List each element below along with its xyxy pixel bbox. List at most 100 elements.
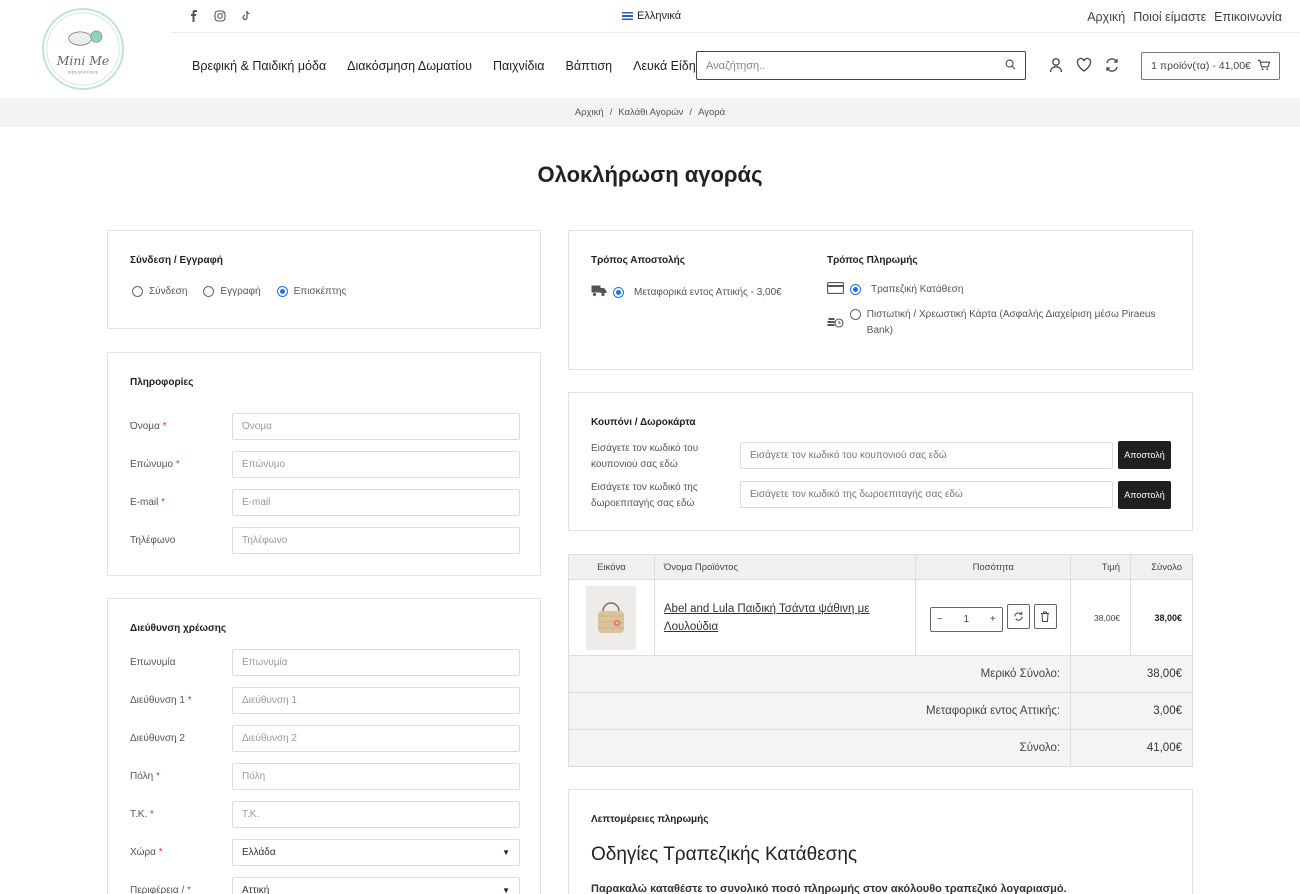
card-icon [827, 282, 844, 297]
page-title: Ολοκλήρωση αγοράς [537, 162, 763, 187]
region-value: Αττική [242, 885, 270, 894]
required-mark: * [187, 695, 192, 706]
label-text: Διεύθυνση 2 [130, 733, 185, 744]
address1-input[interactable] [232, 687, 520, 714]
breadcrumb-home[interactable]: Αρχική [575, 107, 604, 118]
shipping-row: Μεταφορικά εντος Αττικής: 3,00€ [567, 692, 1193, 730]
top-link-contact[interactable]: Επικοινωνία [1214, 10, 1282, 24]
required-mark: * [155, 771, 160, 782]
radio-circle[interactable] [850, 309, 861, 320]
city-input[interactable] [232, 763, 520, 790]
total-value: 41,00€ [1070, 729, 1193, 767]
store-logo[interactable]: Mini Me KIDS BOUTIQUE [42, 8, 124, 90]
language-selector[interactable]: Ελληνικά [622, 10, 681, 22]
minus-icon[interactable]: − [937, 614, 943, 625]
total-label: Μεταφορικά εντος Αττικής: [567, 692, 1072, 730]
radio-login[interactable]: Σύνδεση [132, 286, 187, 297]
label-text: Επωνυμία [130, 657, 176, 668]
field-label: Πόλη * [130, 770, 232, 783]
radio-circle[interactable] [203, 286, 215, 297]
country-select[interactable]: Ελλάδα ▼ [232, 839, 520, 866]
gift-submit-button[interactable]: Αποστολή [1118, 481, 1171, 509]
user-icon[interactable] [1048, 57, 1064, 73]
update-quantity-button[interactable] [1006, 603, 1030, 629]
cart-button[interactable]: 1 προϊόν(τα) - 41,00€ [1141, 52, 1280, 80]
field-row-last-name: Επώνυμο * [130, 451, 520, 478]
label-text: Χώρα [130, 847, 156, 858]
facebook-icon[interactable] [188, 10, 200, 22]
shipping-option[interactable]: Μεταφορικά εντος Αττικής - 3,00€ [591, 284, 782, 300]
heart-icon[interactable] [1076, 57, 1092, 73]
phone-input[interactable] [232, 527, 520, 554]
coupon-input[interactable] [740, 442, 1113, 469]
required-mark: * [175, 459, 180, 470]
bank-instructions-text: Παρακαλώ καταθέστε το συνολικό ποσό πληρ… [591, 883, 1067, 894]
field-row-country: Χώρα * Ελλάδα ▼ [130, 839, 520, 866]
search-icon[interactable] [1005, 59, 1016, 73]
plus-icon[interactable]: + [990, 614, 996, 625]
nav-item-linens[interactable]: Λευκά Είδη [633, 59, 696, 73]
product-image[interactable] [586, 585, 637, 650]
label-text: Περιφέρεια / [130, 885, 185, 894]
payment-option-card[interactable]: Πιστωτική / Χρεωστική Κάρτα (Ασφαλής Δια… [827, 309, 1177, 339]
field-label: Όνομα * [130, 420, 232, 433]
radio-circle-selected[interactable] [276, 286, 288, 297]
billing-box: Διεύθυνση χρέωσης Επωνυμία Διεύθυνση 1 *… [107, 598, 541, 894]
company-input[interactable] [232, 649, 520, 676]
breadcrumb-cart[interactable]: Καλάθι Αγορών [618, 107, 683, 118]
top-link-home[interactable]: Αρχική [1087, 10, 1125, 24]
product-name-link[interactable]: Abel and Lula Παιδική Τσάντα ψάθινη με Λ… [664, 603, 870, 633]
compare-icon[interactable] [1104, 57, 1120, 73]
last-name-input[interactable] [232, 451, 520, 478]
table-header-row: Εικόνα Όνομα Προϊόντος Ποσότητα Τιμή Σύν… [568, 554, 1193, 580]
label-text: Διεύθυνση 1 [130, 695, 185, 706]
top-link-about[interactable]: Ποιοί είμαστε [1133, 10, 1206, 24]
payment-option-bank[interactable]: Τραπεζική Κατάθεση [827, 282, 963, 297]
nav-item-room-decor[interactable]: Διακόσμηση Δωματίου [347, 59, 472, 73]
email-input[interactable] [232, 489, 520, 516]
field-row-email: E-mail * [130, 489, 520, 516]
nav-item-fashion[interactable]: Βρεφική & Παιδική μόδα [192, 59, 326, 73]
country-value: Ελλάδα [242, 847, 276, 858]
label-text: Επώνυμο [130, 459, 174, 470]
radio-circle-selected[interactable] [613, 286, 624, 298]
first-name-input[interactable] [232, 413, 520, 440]
field-label: Χώρα * [130, 846, 232, 859]
radio-circle[interactable] [132, 286, 143, 297]
column-header: Εικόνα [568, 554, 655, 580]
search-input[interactable] [706, 59, 1005, 72]
radio-guest[interactable]: Επισκέπτης [276, 286, 346, 297]
label-text: Τ.Κ. [130, 809, 148, 820]
field-label: Επωνυμία [130, 656, 232, 669]
payment-details-box: Λεπτομέρειες πληρωμής Οδηγίες Τραπεζικής… [568, 789, 1193, 894]
nav-item-baptism[interactable]: Βάπτιση [566, 59, 613, 73]
address2-input[interactable] [232, 725, 520, 752]
trash-icon [1041, 611, 1050, 622]
table-row: Abel and Lula Παιδική Τσάντα ψάθινη με Λ… [568, 579, 1193, 656]
payment-option-label: Πιστωτική / Χρεωστική Κάρτα (Ασφαλής Δια… [866, 309, 1156, 336]
breadcrumb-current: Αγορά [698, 107, 726, 118]
quantity-value[interactable]: 1 [963, 614, 969, 625]
nav-item-toys[interactable]: Παιχνίδια [493, 59, 545, 73]
radio-register[interactable]: Εγγραφή [203, 286, 261, 297]
payment-option-label: Τραπεζική Κατάθεση [871, 284, 964, 295]
product-image-cell [568, 579, 655, 656]
login-title: Σύνδεση / Εγγραφή [130, 255, 223, 266]
breadcrumb-separator: / [689, 107, 693, 118]
remove-item-button[interactable] [1033, 603, 1057, 629]
coupon-label: Εισάγετε τον κωδικό του κουπονιού σας εδ… [591, 443, 699, 470]
gift-input[interactable] [740, 481, 1113, 508]
radio-circle-selected[interactable] [850, 284, 861, 295]
column-header: Σύνολο [1130, 554, 1193, 580]
field-label: Περιφέρεια / * [130, 884, 232, 894]
coupon-submit-button[interactable]: Αποστολή [1118, 441, 1171, 469]
field-row-address1: Διεύθυνση 1 * [130, 687, 520, 714]
postcode-input[interactable] [232, 801, 520, 828]
region-select[interactable]: Αττική ▼ [232, 877, 520, 894]
tiktok-icon[interactable] [240, 10, 252, 22]
caret-down-icon: ▼ [502, 886, 510, 894]
required-mark: * [187, 885, 191, 894]
instagram-icon[interactable] [214, 10, 226, 22]
field-row-phone: Τηλέφωνο [130, 527, 520, 554]
search-bar [696, 51, 1026, 80]
